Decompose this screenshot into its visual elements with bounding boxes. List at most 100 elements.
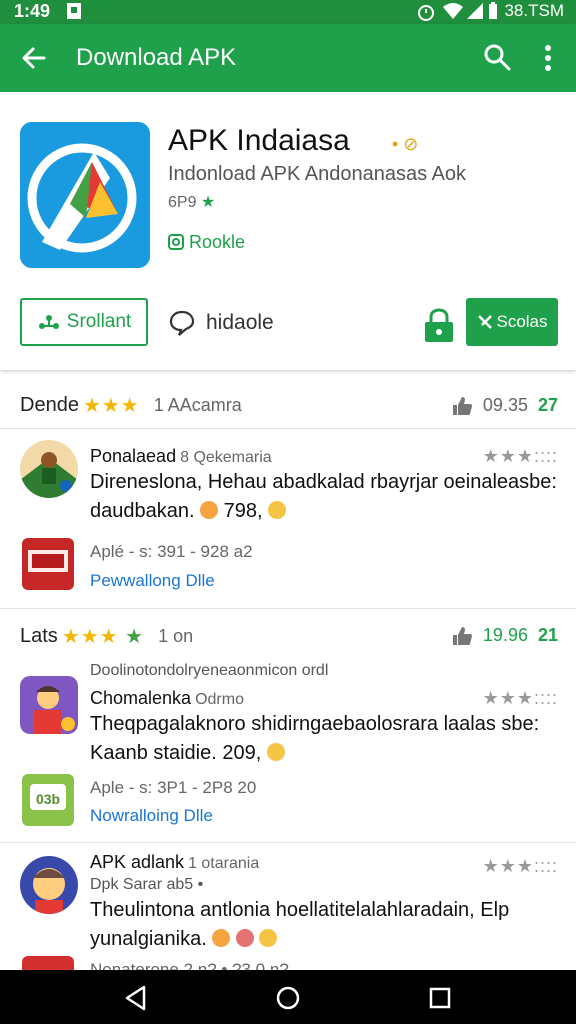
install-outline-button[interactable]: Srollant xyxy=(20,298,148,346)
tools-icon xyxy=(478,315,493,329)
section-header: Lats ★★★ ★ 1 on xyxy=(20,624,193,649)
app-size: 6P9 ★ xyxy=(168,192,215,212)
divider xyxy=(0,608,576,609)
thumb-up-icon[interactable] xyxy=(451,396,473,416)
app-tag: Rookle xyxy=(168,232,245,253)
svg-text:03b: 03b xyxy=(36,791,60,807)
app-subtitle: Indonload APK Andonanasas Aok xyxy=(168,163,467,185)
reviewer-name-text: Chomalenka xyxy=(90,688,192,708)
emoji-icon xyxy=(266,743,285,761)
review-text-line: yunalgianika. xyxy=(90,925,560,954)
share-icon xyxy=(38,315,59,329)
review-text-line: Theulintona antlonia hoellatitelalahlara… xyxy=(90,899,510,921)
thumb-up-icon[interactable] xyxy=(451,626,473,646)
lock-icon[interactable] xyxy=(422,308,456,344)
search-icon[interactable] xyxy=(482,42,512,72)
review-text-part: 209, xyxy=(222,742,262,764)
review-text-line: Kaanb staidie. 209, xyxy=(90,739,560,768)
wifi-icon xyxy=(442,2,464,25)
review-text: Direneslona, Hehau abadkalad rbayrjar oe… xyxy=(90,468,560,526)
review-rating: ★★★:::: xyxy=(482,856,558,876)
emoji-icon xyxy=(268,501,287,519)
avatar[interactable] xyxy=(20,440,78,498)
review-text-line: Theqpagalaknoro shidirngaebaolosrara laa… xyxy=(90,713,540,735)
reviewer-name-text: Ponalaead xyxy=(90,446,177,466)
review-text-line: Direneslona, Hehau abadkalad rbayrjar oe… xyxy=(90,471,557,493)
section-header-line: Doolinotondolryeneaonmicon ordl xyxy=(90,662,329,679)
signal-icon xyxy=(466,2,484,25)
app-tile[interactable] xyxy=(22,956,74,970)
review-text-line: daudbakan. 798, xyxy=(90,497,560,526)
emoji-icon xyxy=(200,501,219,519)
verified-badge-icon: • ⊘ xyxy=(392,134,419,154)
battery-icon xyxy=(488,2,498,25)
tag-icon xyxy=(168,234,184,250)
more-vert-icon[interactable] xyxy=(536,42,560,74)
emoji-icon xyxy=(212,929,231,947)
tile-info: Nonaterone 2.n? • ?3.0.n? xyxy=(90,960,289,970)
emoji-icon xyxy=(259,929,278,947)
review-rating: ★★★:::: xyxy=(482,688,558,708)
reviewer-name: Chomalenka Odrmo xyxy=(90,688,244,709)
comment-button-label: hidaole xyxy=(206,311,274,334)
nav-home-icon[interactable] xyxy=(274,984,302,1012)
reviewer-name-text: APK adlank xyxy=(90,852,185,872)
review-text-part: yunalgianika. xyxy=(90,928,207,950)
review-rating: ★★★:::: xyxy=(482,446,558,466)
status-time: 1:49 xyxy=(14,1,51,21)
install-outline-label: Srollant xyxy=(66,311,132,332)
app-name: APK Indaiasa xyxy=(168,124,350,157)
section-stat: 19.96 21 xyxy=(451,625,558,646)
review-text-part: 798, xyxy=(223,500,263,522)
reviewer-meta: Odrmo xyxy=(195,691,244,708)
section-stat-text: 09.35 xyxy=(482,395,528,415)
chat-bubble-icon xyxy=(169,310,195,336)
review-text: Theqpagalaknoro shidirngaebaolosrara laa… xyxy=(90,710,560,768)
app-tag-label: Rookle xyxy=(189,232,246,252)
section-title: Dende xyxy=(20,394,79,416)
section-stat: 09.35 27 xyxy=(451,395,558,416)
nav-back-icon[interactable] xyxy=(122,984,150,1012)
nav-recents-icon[interactable] xyxy=(426,984,454,1012)
app-tile[interactable]: 03b xyxy=(22,774,74,826)
download-link[interactable]: Pewwallong Dlle xyxy=(90,571,215,591)
review-text: Theulintona antlonia hoellatitelalahlara… xyxy=(90,896,560,954)
emoji-icon xyxy=(235,929,254,947)
reviewer-meta: 1 otarania xyxy=(188,855,260,872)
status-bar: 1:49 38.TSM xyxy=(0,0,576,24)
comment-button[interactable]: hidaole xyxy=(168,306,274,340)
section-stat-num: 27 xyxy=(537,395,558,415)
app-tile[interactable] xyxy=(22,538,74,590)
reviewer-meta: 8 Qekemaria xyxy=(180,449,272,466)
review-text-part: daudbakan. xyxy=(90,500,195,522)
app-logo-icon xyxy=(20,122,150,268)
avatar[interactable] xyxy=(20,676,78,734)
review-text-part: Kaanb staidie. xyxy=(90,742,217,764)
notification-icon xyxy=(66,2,82,25)
section-stat-text: 19.96 xyxy=(482,625,528,645)
download-link[interactable]: Nowralloing Dlle xyxy=(90,806,213,826)
app-bar: Download APK xyxy=(0,24,576,92)
open-filled-button[interactable]: Scolas xyxy=(466,298,558,346)
status-right-text: 38.TSM xyxy=(504,1,564,20)
reviewer-name: Ponalaead 8 Qekemaria xyxy=(90,446,272,467)
reviewer-name: APK adlank 1 otarania xyxy=(90,852,259,873)
app-bar-title: Download APK xyxy=(76,44,237,71)
open-filled-label: Scolas xyxy=(496,312,548,331)
system-nav-bar xyxy=(0,970,576,1024)
tile-info: Aplé - s: 391 - 928 a2 xyxy=(90,542,253,561)
app-size-value: 6P9 xyxy=(168,194,197,211)
divider xyxy=(0,842,576,843)
back-arrow-icon[interactable] xyxy=(18,42,50,74)
divider xyxy=(0,428,576,429)
avatar[interactable] xyxy=(20,856,78,914)
rating-stars: ★★★ xyxy=(82,395,140,417)
star-icon: ★ xyxy=(200,194,216,211)
rating-stars: ★★★ ★ xyxy=(61,626,145,648)
section-title: Lats xyxy=(20,625,58,647)
tile-info: Aple - s: 3P1 - 2P8 20 xyxy=(90,778,257,797)
section-header: Dende ★★★ 1 AAcamra xyxy=(20,393,242,418)
section-stat-num: 21 xyxy=(537,625,558,645)
section-count: 1 on xyxy=(158,626,194,646)
section-count: 1 AAcamra xyxy=(153,395,242,415)
